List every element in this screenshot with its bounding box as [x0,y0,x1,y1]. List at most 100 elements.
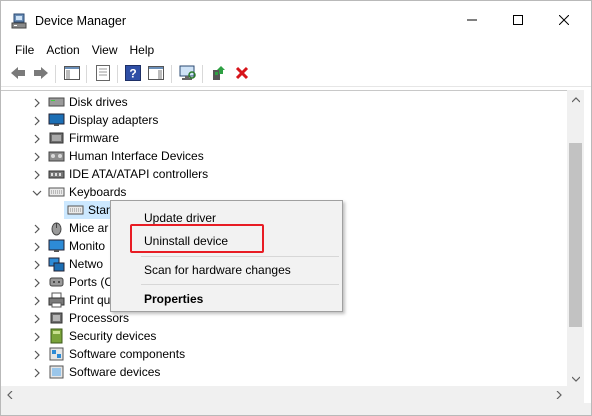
title-bar[interactable]: Device Manager [1,1,591,41]
menu-help[interactable]: Help [124,41,161,60]
scrollbar-corner [567,386,584,403]
chevron-right-icon[interactable] [32,277,42,288]
properties-icon [96,64,110,84]
display-adapter-icon [48,112,65,128]
mouse-icon [48,220,65,236]
chevron-right-icon[interactable] [32,259,42,270]
device-manager-icon [11,13,27,29]
ide-controller-icon [48,166,65,182]
chevron-right-icon[interactable] [32,151,42,162]
help-button[interactable]: ? [123,64,143,84]
tree-node-security-devices[interactable]: Security devices [1,327,567,345]
show-hide-console-tree-icon [64,65,80,83]
horizontal-scrollbar[interactable] [1,386,567,403]
maximize-icon [513,14,523,28]
action-pane-button[interactable] [146,64,166,84]
close-icon [558,14,570,28]
menu-action[interactable]: Action [40,41,85,60]
vertical-scrollbar[interactable] [567,90,584,386]
tree-node-keyboards[interactable]: Keyboards [1,183,567,201]
tree-node-firmware[interactable]: Firmware [1,129,567,147]
chevron-right-icon [556,388,562,402]
svg-text:?: ? [129,66,136,80]
chevron-down-icon[interactable] [32,187,42,197]
tree-node-label: Software components [69,347,186,361]
tree-node-label: Human Interface Devices [69,149,204,163]
tree-node-label: Processors [69,311,130,325]
toolbar-separator [202,65,203,83]
hid-icon [48,148,65,164]
help-icon: ? [125,64,141,84]
chevron-right-icon[interactable] [32,295,42,306]
chevron-right-icon[interactable] [32,367,42,378]
scroll-thumb[interactable] [569,143,582,327]
scan-hardware-icon [179,65,197,84]
tree-node-label: Disk drives [69,95,128,109]
maximize-button[interactable] [495,1,541,41]
processor-icon [48,310,65,326]
tree-node-label: Software devices [69,365,161,379]
chevron-right-icon[interactable] [32,241,42,252]
menu-view[interactable]: View [86,41,124,60]
tree-node-label: IDE ATA/ATAPI controllers [69,167,209,181]
tree-node-label: Security devices [69,329,157,343]
menu-bar: File Action View Help [1,41,591,60]
tree-node-label: Netwo [69,257,104,271]
annotation-highlight-box [130,224,264,253]
update-driver-button[interactable] [209,64,229,84]
scan-hardware-button[interactable] [178,64,198,84]
chevron-right-icon[interactable] [32,115,42,126]
menu-item-properties[interactable]: Properties [144,292,203,306]
tree-node-label: Stan [88,203,113,217]
menu-separator [141,256,339,257]
tree-node-label: Monito [69,239,106,253]
scroll-down-button[interactable] [567,369,584,386]
toolbar-separator [55,65,56,83]
scroll-right-button[interactable] [550,386,567,403]
toolbar-separator [86,65,87,83]
scroll-up-button[interactable] [567,90,584,107]
tree-node-label: Print qu [69,293,111,307]
close-button[interactable] [541,1,587,41]
software-device-icon [48,364,65,380]
chevron-right-icon[interactable] [32,349,42,360]
chevron-down-icon [571,371,580,385]
menu-item-scan-for-hardware-changes[interactable]: Scan for hardware changes [144,263,291,277]
tree-node-label: Display adapters [69,113,159,127]
menu-item-update-driver[interactable]: Update driver [144,211,216,225]
disk-drive-icon [48,94,65,110]
chevron-right-icon[interactable] [32,223,42,234]
back-button[interactable] [8,64,28,84]
tree-node-ide-ata-atapi-controllers[interactable]: IDE ATA/ATAPI controllers [1,165,567,183]
chevron-right-icon[interactable] [32,97,42,108]
security-device-icon [48,328,65,344]
tree-node-software-devices[interactable]: Software devices [1,363,567,381]
chevron-right-icon[interactable] [32,133,42,144]
chevron-right-icon[interactable] [32,169,42,180]
chevron-right-icon[interactable] [32,313,42,324]
chevron-left-icon [6,388,13,402]
update-driver-icon [211,65,227,84]
uninstall-device-button[interactable] [232,64,252,84]
show-hide-console-tree-button[interactable] [62,64,82,84]
print-queue-icon [48,292,65,308]
scroll-left-button[interactable] [1,386,18,403]
chevron-up-icon [571,92,580,106]
uninstall-device-icon [235,66,249,83]
toolbar: ? [1,61,591,87]
firmware-icon [48,130,65,146]
tree-node-label: Firmware [69,131,119,145]
tree-node-disk-drives[interactable]: Disk drives [1,93,567,111]
tree-node-label: Ports (C [69,275,114,289]
tree-node-human-interface-devices[interactable]: Human Interface Devices [1,147,567,165]
chevron-right-icon[interactable] [32,331,42,342]
menu-file[interactable]: File [9,41,40,60]
device-manager-window: Device Manager File Action View Help ? D… [0,0,592,416]
forward-button[interactable] [31,64,51,84]
properties-button[interactable] [93,64,113,84]
menu-separator [141,284,339,285]
minimize-button[interactable] [449,1,495,41]
tree-node-display-adapters[interactable]: Display adapters [1,111,567,129]
tree-node-software-components[interactable]: Software components [1,345,567,363]
tree-node-label: Mice ar [69,221,109,235]
